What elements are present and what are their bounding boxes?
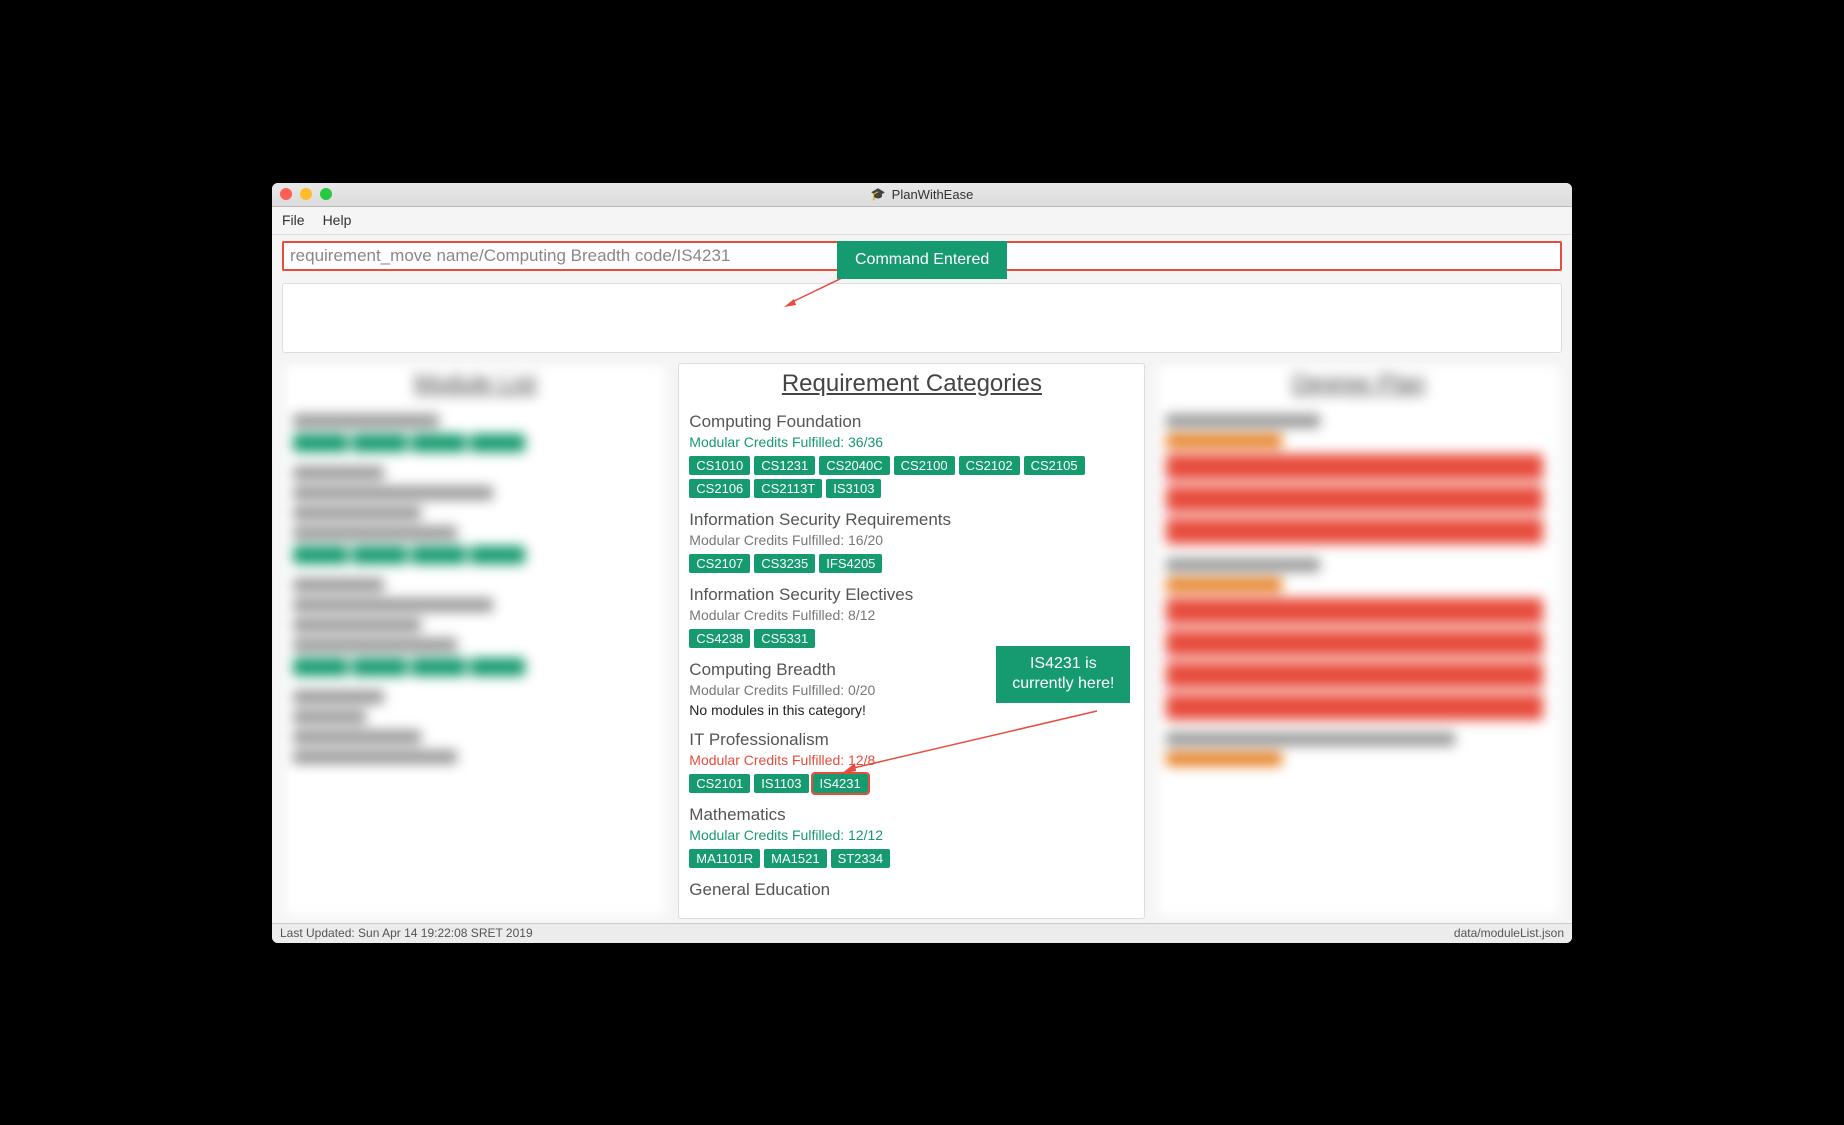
callout-is4231-here: IS4231 iscurrently here!	[996, 646, 1130, 704]
panels: Module List Requirem	[272, 363, 1572, 923]
callout-is4231-text: IS4231 iscurrently here!	[1012, 655, 1114, 693]
module-tag[interactable]: CS2113T	[754, 479, 822, 498]
category-name: Computing Foundation	[689, 412, 1138, 432]
module-tag[interactable]: CS2101	[689, 774, 750, 793]
titlebar: 🎓 PlanWithEase	[272, 183, 1572, 207]
minimize-icon[interactable]	[300, 188, 312, 200]
traffic-lights	[280, 188, 332, 200]
module-tag[interactable]: CS2106	[689, 479, 750, 498]
menubar: File Help	[272, 207, 1572, 235]
category-item: Information Security Electives Modular Cr…	[689, 579, 1138, 654]
callout-command-entered: Command Entered	[837, 241, 1007, 279]
panel-module-list: Module List	[282, 363, 668, 919]
module-tag[interactable]: IFS4205	[819, 554, 882, 573]
callout-command-entered-text: Command Entered	[855, 251, 989, 268]
module-row: CS1010CS1231CS2040C CS2100CS2102CS2105 CS2…	[689, 456, 1138, 498]
module-tag[interactable]: ST2334	[831, 849, 891, 868]
module-tag[interactable]: CS2107	[689, 554, 750, 573]
module-tag[interactable]: MA1521	[764, 849, 826, 868]
module-row: CS2101IS1103 IS4231	[689, 774, 1138, 793]
panel-requirement-categories: Requirement Categories Computing Foundat…	[678, 363, 1145, 919]
window-title-text: PlanWithEase	[892, 187, 974, 202]
category-credits: Modular Credits Fulfilled: 8/12	[689, 607, 1138, 623]
category-credits: Modular Credits Fulfilled: 12/12	[689, 827, 1138, 843]
category-credits: Modular Credits Fulfilled: 16/20	[689, 532, 1138, 548]
close-icon[interactable]	[280, 188, 292, 200]
status-bar: Last Updated: Sun Apr 14 19:22:08 SRET 2…	[272, 923, 1572, 943]
module-row: MA1101RMA1521 ST2334	[689, 849, 1138, 868]
panel-degree-plan: Degree Plan	[1155, 363, 1562, 919]
category-credits: Modular Credits Fulfilled: 36/36	[689, 434, 1138, 450]
maximize-icon[interactable]	[320, 188, 332, 200]
category-name: Mathematics	[689, 805, 1138, 825]
category-name: Information Security Electives	[689, 585, 1138, 605]
module-tag[interactable]: CS2105	[1024, 456, 1085, 475]
module-tag[interactable]: CS2040C	[819, 456, 889, 475]
module-tag[interactable]: CS4238	[689, 629, 750, 648]
window-title: 🎓 PlanWithEase	[871, 187, 974, 202]
module-tag[interactable]: CS3235	[754, 554, 815, 573]
menu-file[interactable]: File	[282, 212, 305, 228]
callout-arrow-2	[839, 709, 1099, 774]
callout-arrow-1	[784, 277, 844, 307]
category-item: General Education	[689, 874, 1138, 906]
menu-help[interactable]: Help	[323, 212, 352, 228]
category-item: Information Security Requirements Modular…	[689, 504, 1138, 579]
module-row: CS2107CS3235IFS4205	[689, 554, 1138, 573]
app-icon: 🎓	[871, 187, 886, 201]
category-item: Mathematics Modular Credits Fulfilled: 12…	[689, 799, 1138, 874]
module-tag[interactable]: IS3103	[826, 479, 881, 498]
module-tag[interactable]: CS1231	[754, 456, 815, 475]
module-tag[interactable]: CS2100	[894, 456, 955, 475]
module-tag[interactable]: CS5331	[754, 629, 815, 648]
module-tag[interactable]: IS4231	[813, 774, 868, 793]
app-window: 🎓 PlanWithEase File Help Command Entered…	[272, 183, 1572, 943]
module-tag[interactable]: MA1101R	[689, 849, 760, 868]
category-item: Computing Foundation Modular Credits Fulf…	[689, 406, 1138, 504]
module-tag[interactable]: CS2102	[959, 456, 1020, 475]
panel-left-title: Module List	[283, 364, 667, 406]
module-tag[interactable]: IS1103	[754, 774, 808, 793]
module-tag[interactable]: CS1010	[689, 456, 750, 475]
category-name: General Education	[689, 880, 1138, 900]
panel-mid-title: Requirement Categories	[679, 364, 1144, 406]
status-file-path: data/moduleList.json	[1454, 926, 1564, 940]
panel-right-title: Degree Plan	[1156, 364, 1561, 406]
feedback-area	[282, 283, 1562, 353]
category-name: Information Security Requirements	[689, 510, 1138, 530]
status-last-updated: Last Updated: Sun Apr 14 19:22:08 SRET 2…	[280, 926, 533, 940]
